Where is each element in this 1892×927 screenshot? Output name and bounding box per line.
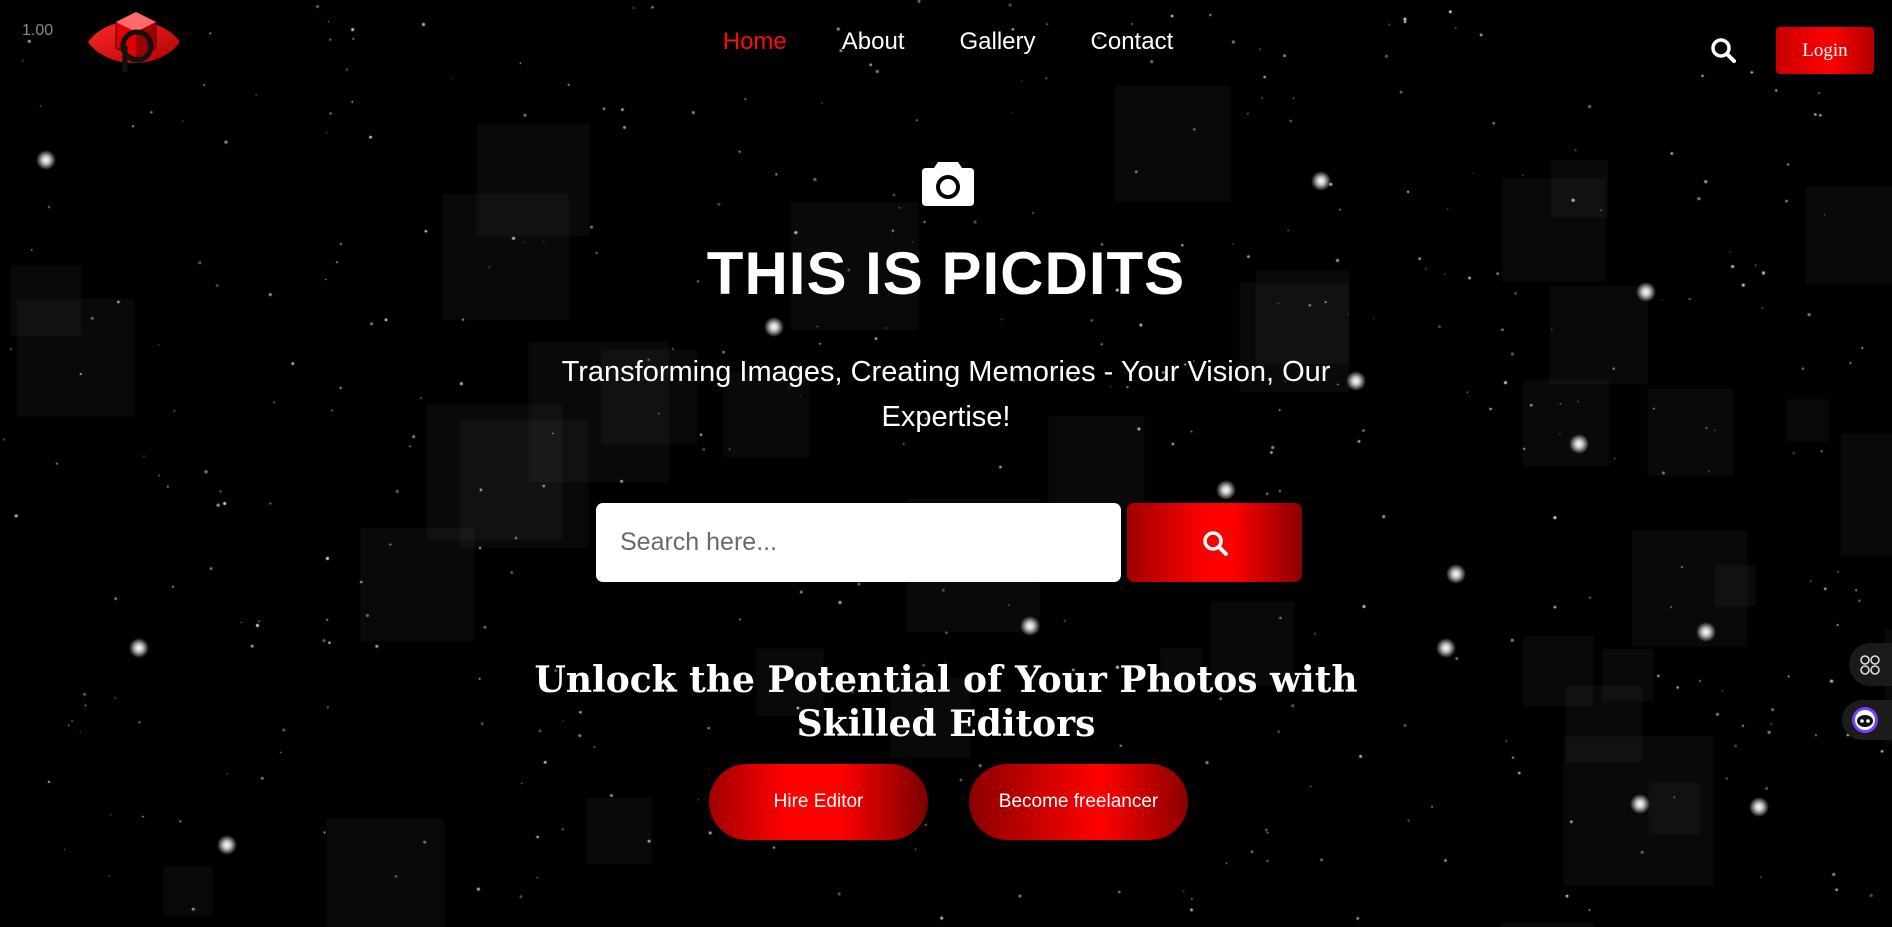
hero-title: THIS IS PICDITS bbox=[706, 240, 1186, 307]
nav-about-link[interactable]: About bbox=[842, 30, 905, 54]
side-widget-grid[interactable] bbox=[1849, 643, 1892, 686]
nav-home-link[interactable]: Home bbox=[723, 30, 787, 54]
search-button[interactable] bbox=[1127, 503, 1302, 582]
main-nav: Home About Gallery Contact bbox=[0, 30, 1892, 54]
hero-subtitle: Transforming Images, Creating Memories -… bbox=[561, 356, 1331, 433]
search-input[interactable] bbox=[596, 503, 1121, 582]
hire-editor-button[interactable]: Hire Editor bbox=[709, 764, 928, 840]
become-freelancer-button[interactable]: Become freelancer bbox=[969, 764, 1188, 840]
grid-icon bbox=[1860, 654, 1880, 675]
search-icon[interactable] bbox=[1710, 37, 1736, 63]
camera-icon bbox=[920, 158, 976, 208]
page: 1.00 Home About Gallery Contact Login TH… bbox=[0, 0, 1892, 927]
login-button[interactable]: Login bbox=[1776, 27, 1874, 74]
assistant-bot-icon bbox=[1852, 707, 1878, 733]
side-widget-assistant[interactable] bbox=[1842, 700, 1892, 740]
nav-contact-link[interactable]: Contact bbox=[1091, 30, 1174, 54]
search-icon bbox=[1202, 530, 1228, 556]
hero-tagline: Unlock the Potential of Your Photos with… bbox=[534, 659, 1358, 745]
starfield-background bbox=[0, 0, 1892, 927]
nav-gallery-link[interactable]: Gallery bbox=[960, 30, 1036, 54]
